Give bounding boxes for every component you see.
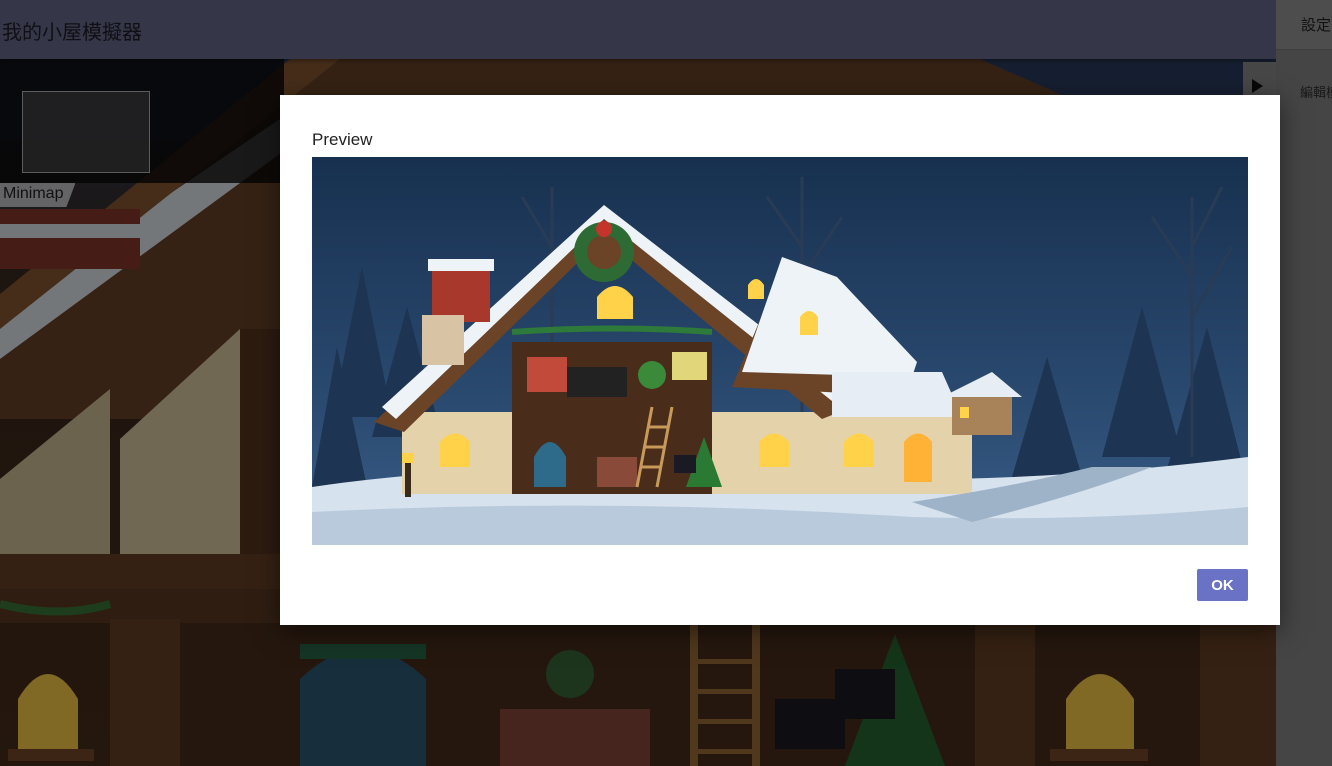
preview-dialog: Preview OK <box>280 95 1280 625</box>
dialog-title: Preview <box>312 130 373 149</box>
ok-button[interactable]: OK <box>1197 569 1248 601</box>
preview-image <box>312 157 1248 545</box>
house-preview-illustration <box>312 157 1248 545</box>
